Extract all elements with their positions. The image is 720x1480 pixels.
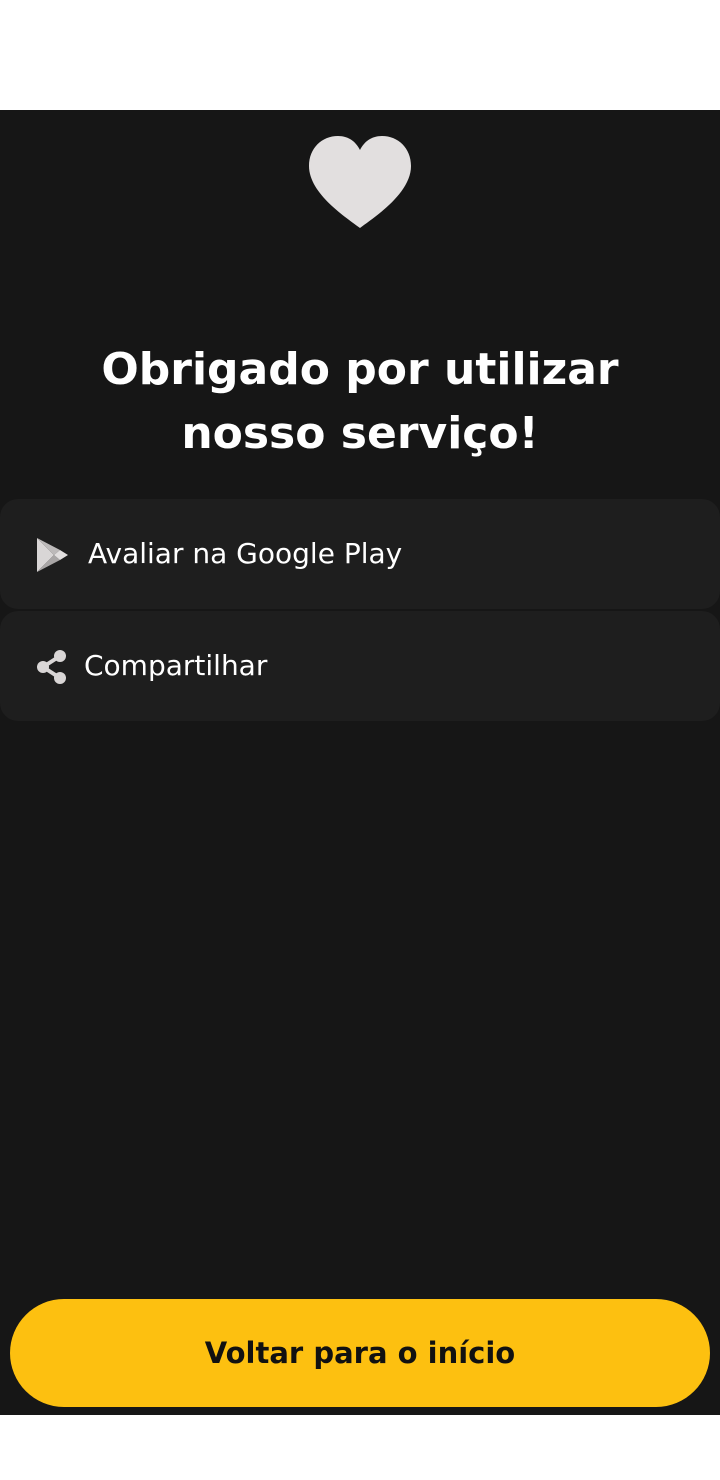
back-to-home-button[interactable]: Voltar para o início (10, 1299, 710, 1407)
share-label: Compartilhar (84, 649, 268, 682)
share-icon (37, 650, 66, 684)
navigation-bar (0, 1415, 720, 1480)
rate-google-play-button[interactable]: Avaliar na Google Play (0, 499, 720, 609)
google-play-icon (37, 538, 68, 572)
page-title: Obrigado por utilizar nosso serviço! (101, 344, 619, 459)
rate-google-play-label: Avaliar na Google Play (88, 537, 403, 570)
heart-icon (309, 136, 411, 228)
back-to-home-label: Voltar para o início (204, 1336, 516, 1370)
thank-you-screen: Obrigado por utilizar nosso serviço! Ava… (0, 110, 720, 1415)
share-button[interactable]: Compartilhar (0, 611, 720, 721)
status-bar (0, 0, 720, 110)
